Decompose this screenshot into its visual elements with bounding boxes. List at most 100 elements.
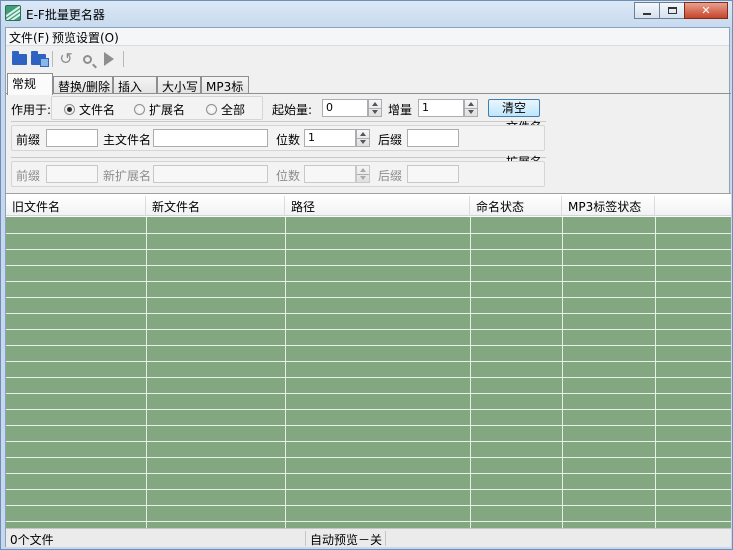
grid-column-line [285,217,286,528]
status-auto-preview: 自动预览－关 [306,531,386,547]
fn-main-label: 主文件名 [103,133,152,147]
radio-extension[interactable] [134,104,145,115]
app-window: E-F批量更名器 ✕ 文件(F) 预览设置(O) ↺ 常规 替换/删除 插入 大… [0,0,733,550]
column-new-name[interactable]: 新文件名 [146,196,285,216]
ext-digits-spinner[interactable] [356,165,370,183]
grid-row-line [6,409,731,410]
grid-row-line [6,249,731,250]
grid-row-line [6,489,731,490]
step-spinner[interactable] [464,99,478,117]
clear-button[interactable]: 清空 [488,99,540,117]
radio-all-label[interactable]: 全部 [221,101,245,118]
tab-insert[interactable]: 插入 [113,76,157,94]
fn-suffix-label: 后缀 [378,133,403,147]
caption-buttons: ✕ [634,2,728,19]
group-divider-line [11,157,546,158]
ext-new-input[interactable] [153,165,268,183]
tab-replace-delete[interactable]: 替换/删除 [53,76,113,94]
ext-prefix-input[interactable] [46,165,98,183]
fn-prefix-input[interactable] [46,129,98,147]
fn-prefix-label: 前缀 [16,133,41,147]
radio-filename-label[interactable]: 文件名 [79,101,115,118]
grid-row-line [6,281,731,282]
maximize-button[interactable] [659,2,685,19]
column-path[interactable]: 路径 [285,196,470,216]
grid-row-line [6,329,731,330]
radio-filename[interactable] [64,104,75,115]
save-folder-icon [30,50,49,67]
run-button[interactable] [100,50,118,68]
column-old-name[interactable]: 旧文件名 [6,196,146,216]
step-input[interactable]: 1 [418,99,464,117]
fn-digits-input[interactable]: 1 [304,129,356,147]
status-file-count: 0个文件 [6,531,306,547]
step-label: 增量 [388,103,413,117]
grid-row-line [6,313,731,314]
file-list[interactable]: 旧文件名 新文件名 路径 命名状态 MP3标签状态 [6,193,731,528]
open-folder-icon [11,50,27,65]
undo-button[interactable]: ↺ [57,50,75,68]
save-button[interactable] [29,50,49,68]
grid-row-line [6,265,731,266]
minimize-icon [643,12,651,15]
tab-strip: 常规 替换/删除 插入 大小写 MP3标签 [6,73,729,111]
tab-case[interactable]: 大小写 [157,76,201,94]
app-logo-icon [5,5,21,21]
menu-preview-settings[interactable]: 预览设置(O) [49,29,122,46]
ext-suffix-label: 后缀 [378,169,403,183]
menu-file[interactable]: 文件(F) [6,29,52,46]
fn-suffix-input[interactable] [407,129,459,147]
grid-row-line [6,505,731,506]
radio-extension-label[interactable]: 扩展名 [149,101,185,118]
ext-digits-label: 位数 [276,169,301,183]
toolbar-separator [52,51,53,67]
file-list-header: 旧文件名 新文件名 路径 命名状态 MP3标签状态 [6,196,731,216]
tab-mp3-tags[interactable]: MP3标签 [201,76,249,111]
preview-button[interactable] [78,50,96,68]
minimize-button[interactable] [634,2,660,19]
grid-row-line [6,425,731,426]
ext-suffix-input[interactable] [407,165,459,183]
start-value-input[interactable]: 0 [322,99,368,117]
ext-prefix-label: 前缀 [16,169,41,183]
ext-digits-input[interactable] [304,165,356,183]
grid-row-line [6,521,731,522]
grid-row-line [6,345,731,346]
grid-row-line [6,377,731,378]
grid-row-line [6,297,731,298]
toolbar-separator [123,51,124,67]
fn-digits-spinner[interactable] [356,129,370,147]
grid-row-line [6,473,731,474]
radio-all[interactable] [206,104,217,115]
file-list-body[interactable] [6,217,731,528]
title-bar: E-F批量更名器 ✕ [1,1,732,27]
grid-column-line [562,217,563,528]
start-value-spinner[interactable] [368,99,382,117]
preview-icon [82,54,92,64]
ext-new-label: 新扩展名 [103,169,152,183]
start-value-label: 起始量: [272,103,313,117]
group-top-line [11,121,546,122]
column-mp3-status[interactable]: MP3标签状态 [562,196,655,216]
status-bar: 0个文件 自动预览－关 [6,528,731,547]
client-area: 文件(F) 预览设置(O) ↺ 常规 替换/删除 插入 大小写 MP3标 作用于… [5,27,731,547]
grid-row-line [6,361,731,362]
grid-column-line [470,217,471,528]
close-button[interactable]: ✕ [684,2,728,19]
grid-column-line [655,217,656,528]
fn-digits-label: 位数 [276,133,301,147]
run-icon [104,52,114,66]
grid-row-line [6,393,731,394]
menu-bar: 文件(F) 预览设置(O) [6,28,729,46]
apply-to-label: 作用于: [11,103,52,117]
general-tab-panel: 作用于: 文件名 扩展名 全部 起始量: 0 增量 1 清空 文件名 前缀 主文… [6,93,731,193]
fn-main-input[interactable] [153,129,268,147]
toolbar: ↺ [6,47,729,71]
close-icon: ✕ [701,4,711,17]
column-rename-status[interactable]: 命名状态 [470,196,562,216]
grid-row-line [6,457,731,458]
window-title: E-F批量更名器 [26,8,105,22]
open-button[interactable] [10,50,28,68]
tab-general[interactable]: 常规 [7,73,53,95]
grid-row-line [6,233,731,234]
